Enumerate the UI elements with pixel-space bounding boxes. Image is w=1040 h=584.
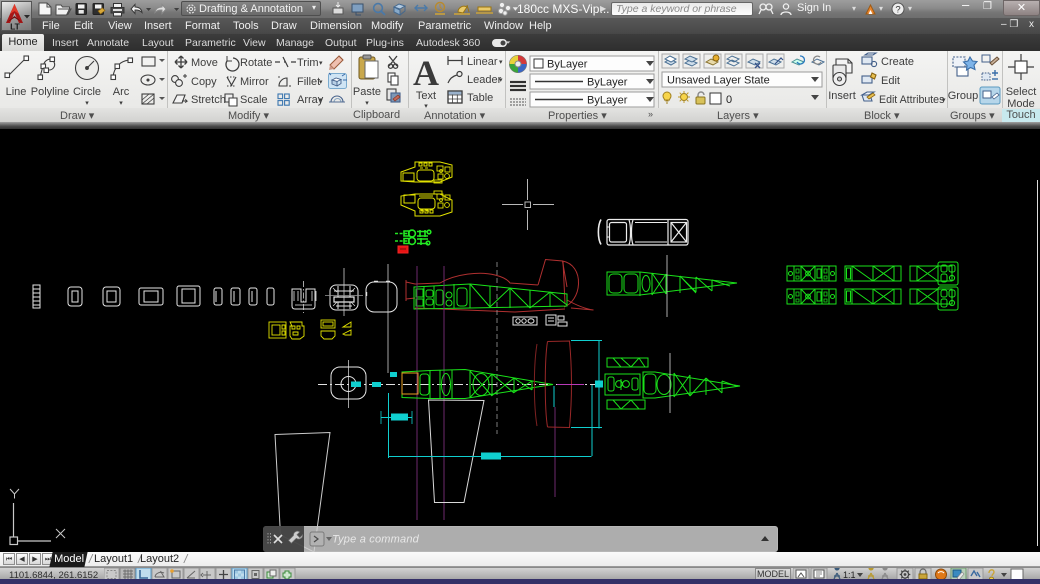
svg-text:▾: ▾ xyxy=(365,100,369,107)
svg-text:Create: Create xyxy=(881,56,914,68)
svg-text:Type a command: Type a command xyxy=(332,534,420,546)
svg-text:Line: Line xyxy=(6,86,27,98)
svg-text:Insert: Insert xyxy=(828,90,856,102)
svg-text:▾: ▾ xyxy=(319,79,323,86)
svg-text:ByLayer: ByLayer xyxy=(547,59,588,71)
svg-text:Move: Move xyxy=(191,57,218,69)
svg-text:Edit: Edit xyxy=(881,75,900,87)
svg-text:Stretch: Stretch xyxy=(191,94,226,106)
svg-text:▾: ▾ xyxy=(85,100,89,107)
svg-text:Group: Group xyxy=(948,90,979,102)
svg-text:A: A xyxy=(413,53,439,93)
svg-text:LT: LT xyxy=(10,22,21,31)
svg-text:Fillet: Fillet xyxy=(297,76,320,88)
svg-text:ByLayer: ByLayer xyxy=(587,95,628,107)
svg-text:▾: ▾ xyxy=(119,100,123,107)
svg-text:Arc: Arc xyxy=(113,86,130,98)
svg-text:0: 0 xyxy=(726,94,732,106)
svg-text:Circle: Circle xyxy=(73,86,101,98)
svg-text:▾: ▾ xyxy=(319,60,323,67)
svg-text:Rotate: Rotate xyxy=(240,57,272,69)
svg-text:▾: ▾ xyxy=(499,59,503,66)
svg-text:Copy: Copy xyxy=(191,76,217,88)
svg-text:Scale: Scale xyxy=(240,94,268,106)
svg-text:Unsaved Layer State: Unsaved Layer State xyxy=(667,75,770,87)
svg-text:▾: ▾ xyxy=(319,97,323,104)
svg-text:Select: Select xyxy=(1006,86,1037,98)
svg-text:Paste: Paste xyxy=(353,86,381,98)
svg-text:Linear: Linear xyxy=(467,56,498,68)
svg-text:▾: ▾ xyxy=(499,77,503,84)
svg-text:ByLayer: ByLayer xyxy=(587,77,628,89)
svg-text:?: ? xyxy=(895,5,900,16)
svg-text:Polyline: Polyline xyxy=(31,86,70,98)
svg-text:Text: Text xyxy=(416,90,436,102)
svg-text:Trim: Trim xyxy=(297,57,319,69)
svg-text:Edit Attributes: Edit Attributes xyxy=(879,94,944,106)
svg-text:Leader: Leader xyxy=(467,74,502,86)
svg-text:Mirror: Mirror xyxy=(240,76,269,88)
svg-text:Table: Table xyxy=(467,92,493,104)
svg-text:Mode: Mode xyxy=(1007,98,1035,108)
svg-text:▾: ▾ xyxy=(942,97,946,104)
